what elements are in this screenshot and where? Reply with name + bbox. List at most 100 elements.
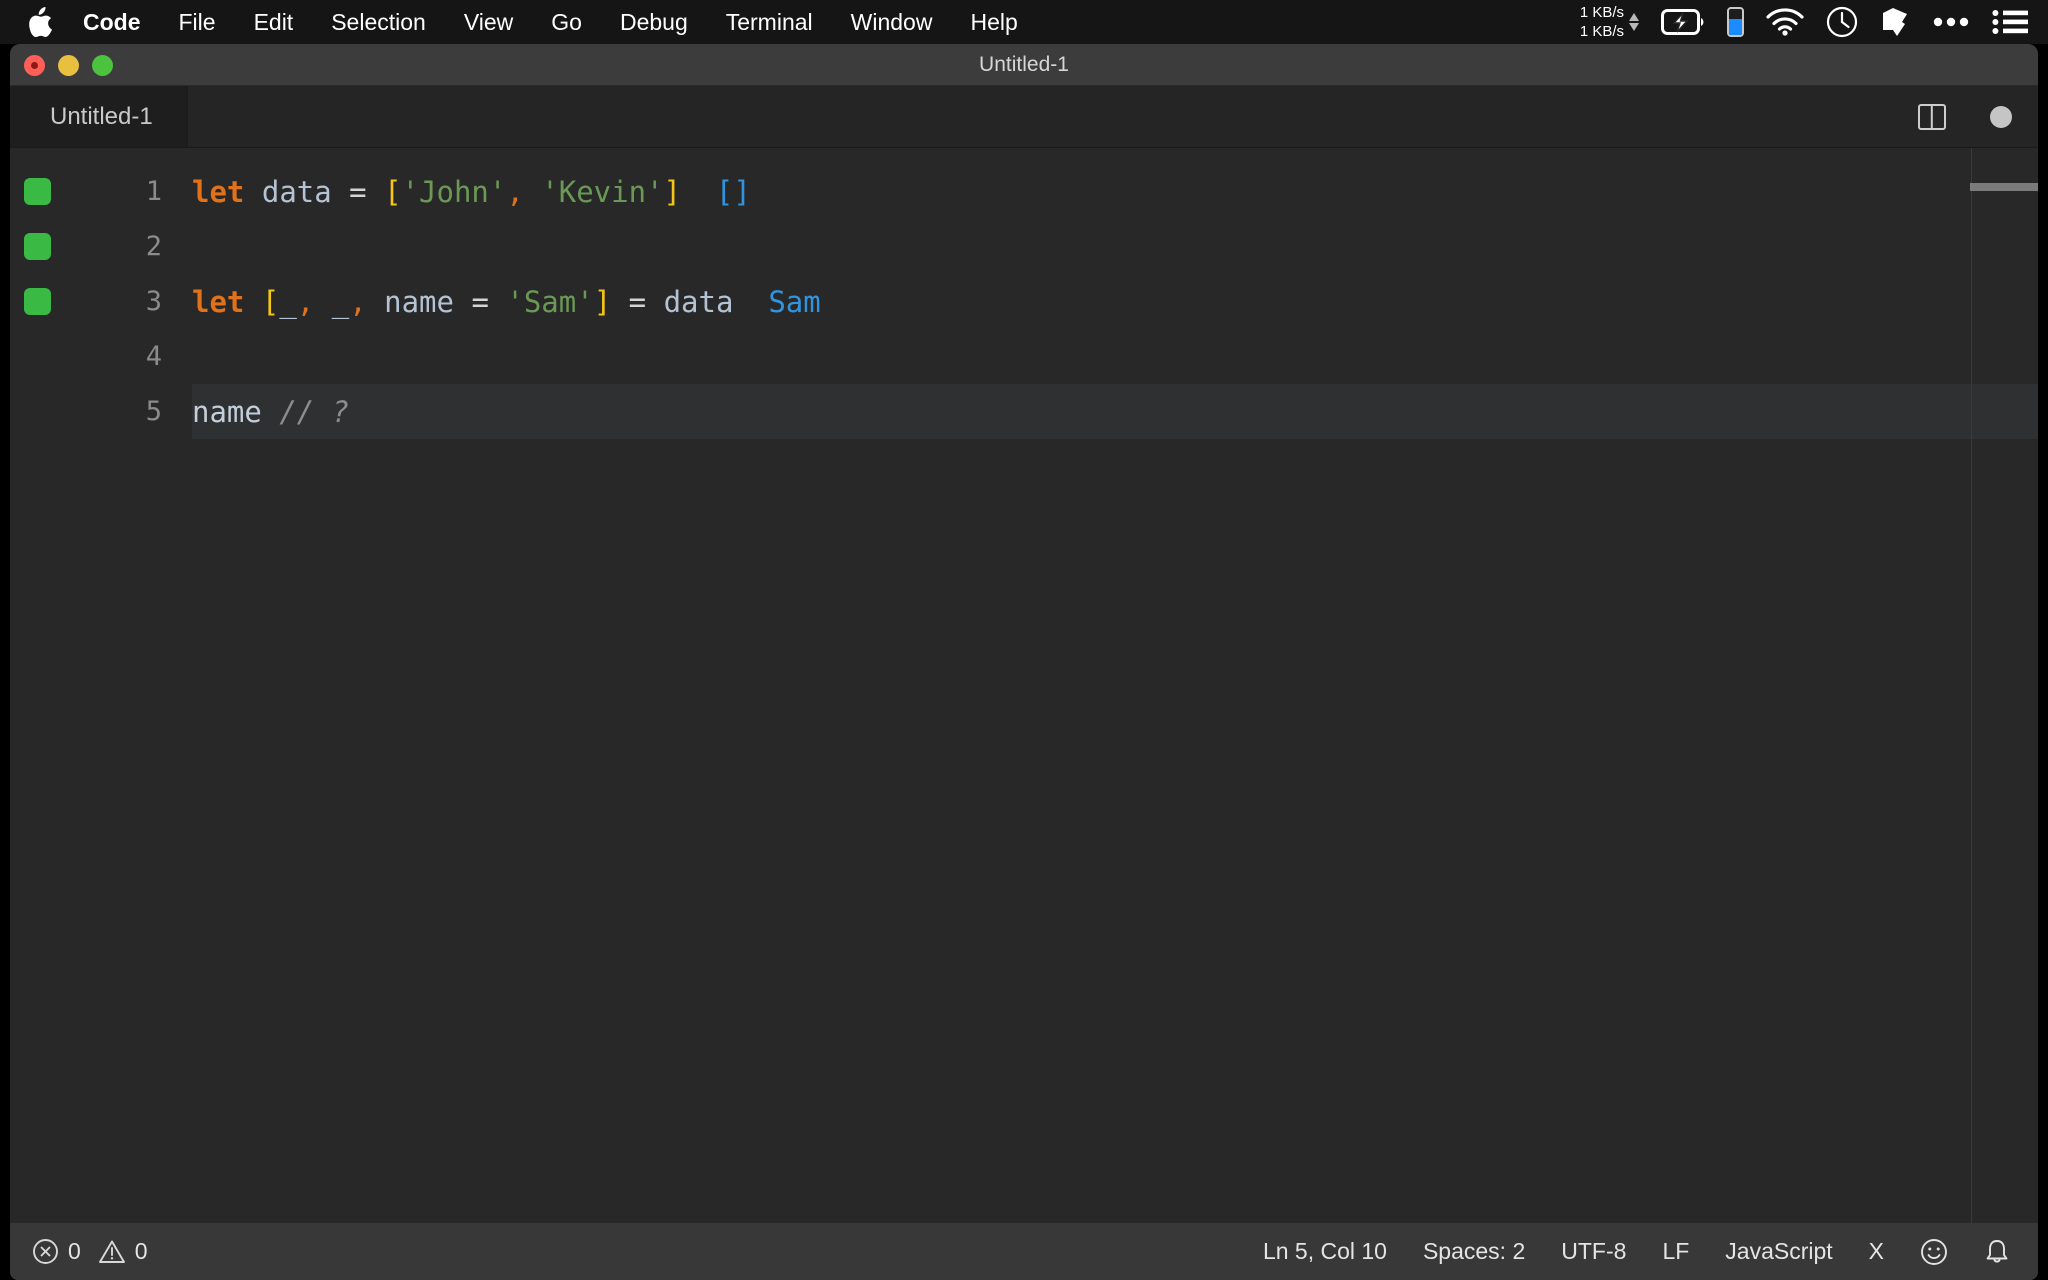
inline-result: Sam <box>733 285 820 319</box>
close-button[interactable] <box>24 55 45 76</box>
menu-item-selection[interactable]: Selection <box>312 0 445 44</box>
cube-icon[interactable] <box>1880 6 1910 38</box>
line-number: 4 <box>10 341 162 372</box>
cursor-position[interactable]: Ln 5, Col 10 <box>1263 1238 1387 1265</box>
code-token: let <box>192 175 244 209</box>
editor-line[interactable]: 2 <box>10 219 2038 274</box>
code-token: 'Sam' <box>506 285 593 319</box>
code-token: let <box>192 285 244 319</box>
minimize-button[interactable] <box>58 55 79 76</box>
warning-count: 0 <box>135 1238 148 1265</box>
battery-charging-icon[interactable] <box>1661 9 1705 35</box>
code-token: , <box>297 285 314 319</box>
code-token: = <box>471 285 488 319</box>
line-number: 3 <box>10 286 162 317</box>
menu-item-debug[interactable]: Debug <box>601 0 707 44</box>
error-count: 0 <box>68 1238 81 1265</box>
code-token: ] <box>594 285 611 319</box>
warning-icon <box>98 1239 126 1265</box>
network-speed-indicator[interactable]: 1 KB/s 1 KB/s <box>1580 3 1639 41</box>
apple-logo-icon[interactable] <box>26 5 56 39</box>
code-token: name <box>192 395 262 429</box>
line-content[interactable]: let [_, _, name = 'Sam'] = data Sam <box>192 285 821 319</box>
list-icon[interactable] <box>1992 9 2028 35</box>
menu-item-edit[interactable]: Edit <box>235 0 313 44</box>
code-token: = <box>349 175 366 209</box>
language-mode[interactable]: JavaScript <box>1725 1238 1832 1265</box>
status-bar-problems[interactable]: 0 0 <box>32 1238 148 1265</box>
minimap-divider <box>1971 148 1972 1223</box>
code-token: 'John' <box>402 175 507 209</box>
editor-tab-label: Untitled-1 <box>50 103 153 131</box>
window-title-bar: Untitled-1 <box>10 44 2038 86</box>
code-token <box>367 175 384 209</box>
menu-item-help[interactable]: Help <box>951 0 1036 44</box>
inline-result: [] <box>681 175 751 209</box>
status-bar-right: Ln 5, Col 10 Spaces: 2 UTF-8 LF JavaScri… <box>1263 1238 2010 1266</box>
menu-item-terminal[interactable]: Terminal <box>707 0 832 44</box>
clock-icon[interactable] <box>1826 6 1858 38</box>
menu-item-file[interactable]: File <box>160 0 235 44</box>
error-icon <box>32 1238 59 1265</box>
code-editor[interactable]: 1let data = ['John', 'Kevin'] []23let [_… <box>10 148 2038 1223</box>
code-token: _ <box>332 285 349 319</box>
editor-line[interactable]: 3let [_, _, name = 'Sam'] = data Sam <box>10 274 2038 329</box>
editor-tab-actions <box>1918 86 2012 148</box>
code-token: = <box>629 285 646 319</box>
code-token <box>367 285 384 319</box>
code-token: name <box>384 285 454 319</box>
network-upload-speed: 1 KB/s <box>1580 3 1624 22</box>
bell-icon[interactable] <box>1984 1238 2010 1266</box>
line-number: 5 <box>10 396 162 427</box>
split-editor-icon[interactable] <box>1918 104 1946 130</box>
window-title: Untitled-1 <box>979 53 1069 77</box>
network-download-speed: 1 KB/s <box>1580 22 1624 41</box>
unsaved-dot-icon[interactable] <box>1990 106 2012 128</box>
editor-line[interactable]: 5 name // ? <box>10 384 2038 439</box>
line-content[interactable]: let data = ['John', 'Kevin'] [] <box>192 175 751 209</box>
menu-bar-items: Code File Edit Selection View Go Debug T… <box>0 0 1037 44</box>
code-token: _ <box>279 285 296 319</box>
code-token <box>314 285 331 319</box>
editor-scrollbar[interactable] <box>2020 148 2038 1223</box>
menu-item-code[interactable]: Code <box>64 0 160 44</box>
wifi-icon[interactable] <box>1766 8 1804 36</box>
menu-item-window[interactable]: Window <box>832 0 952 44</box>
ellipsis-icon[interactable] <box>1932 16 1970 28</box>
vscode-window: Untitled-1 Untitled-1 1let data = ['John… <box>10 44 2038 1280</box>
editor-line[interactable]: 4 <box>10 329 2038 384</box>
code-token: 'Kevin' <box>541 175 663 209</box>
scrollbar-mark <box>1970 183 2038 191</box>
code-token: , <box>349 285 366 319</box>
editor-tab-bar: Untitled-1 <box>10 86 2038 148</box>
current-line-highlight <box>192 384 2038 439</box>
encoding-setting[interactable]: UTF-8 <box>1561 1238 1626 1265</box>
code-token: [ <box>262 285 279 319</box>
status-bar: 0 0 Ln 5, Col 10 Spaces: 2 UTF-8 LF Java… <box>10 1223 2038 1280</box>
code-token <box>262 395 279 429</box>
menu-item-go[interactable]: Go <box>532 0 601 44</box>
editor-tab-untitled-1[interactable]: Untitled-1 <box>10 86 188 147</box>
code-token: , <box>506 175 523 209</box>
window-traffic-lights <box>24 44 113 86</box>
eol-setting[interactable]: LF <box>1662 1238 1689 1265</box>
editor-line[interactable]: 1let data = ['John', 'Kevin'] [] <box>10 164 2038 219</box>
line-content[interactable]: name // ? <box>192 395 349 429</box>
battery-gauge-fill <box>1729 19 1742 35</box>
code-token: data <box>664 285 734 319</box>
code-token <box>332 175 349 209</box>
macos-menu-bar: Code File Edit Selection View Go Debug T… <box>0 0 2048 44</box>
maximize-button[interactable] <box>92 55 113 76</box>
code-token <box>489 285 506 319</box>
code-token <box>244 285 261 319</box>
indentation-setting[interactable]: Spaces: 2 <box>1423 1238 1525 1265</box>
smiley-icon[interactable] <box>1920 1238 1948 1266</box>
code-token: ] <box>664 175 681 209</box>
menu-item-view[interactable]: View <box>445 0 532 44</box>
close-indicator[interactable]: X <box>1869 1238 1884 1265</box>
menu-bar-status-items: 1 KB/s 1 KB/s <box>1580 3 2048 41</box>
battery-gauge-icon[interactable] <box>1727 7 1744 37</box>
code-token: [ <box>384 175 401 209</box>
code-token: // ? <box>279 395 349 429</box>
code-token <box>611 285 628 319</box>
